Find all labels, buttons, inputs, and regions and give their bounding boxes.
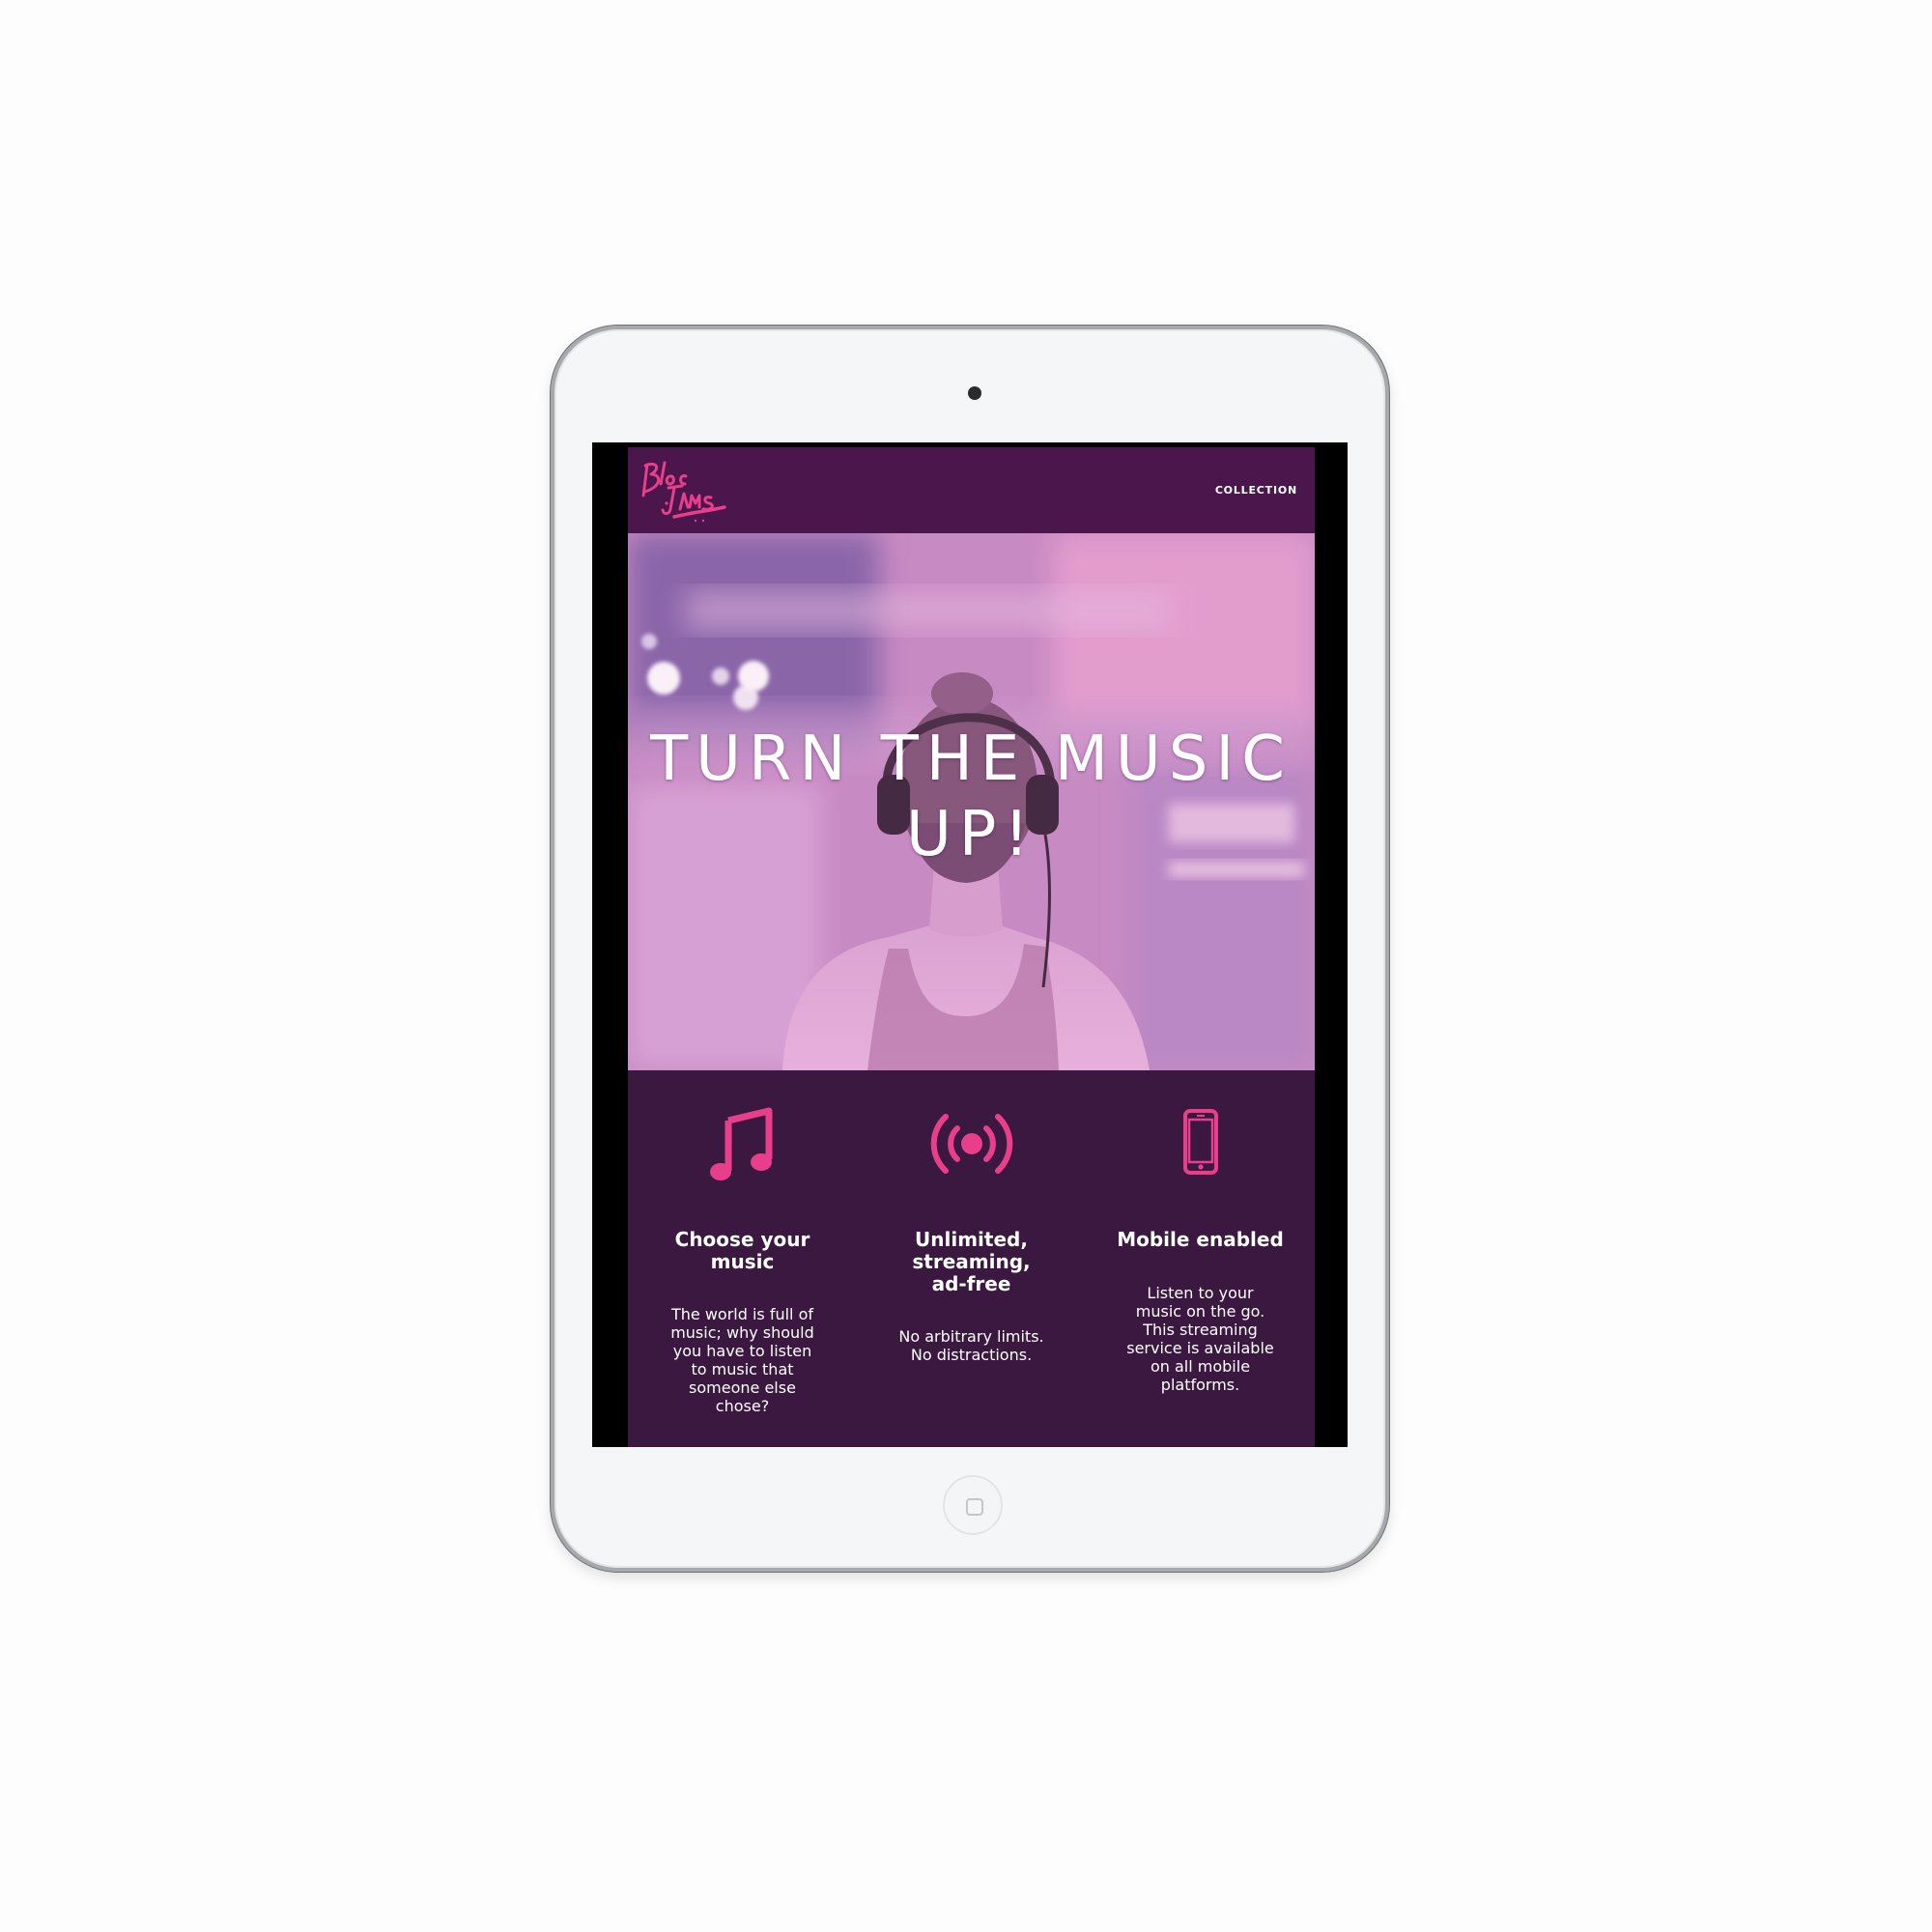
home-square-icon	[966, 1498, 983, 1516]
radio-broadcast-icon	[857, 1107, 1086, 1194]
mobile-phone-icon	[1086, 1107, 1315, 1194]
selling-point-choose-music: Choose your music The world is full of m…	[628, 1070, 857, 1447]
brand-logo[interactable]	[636, 455, 732, 526]
point-description: Listen to your music on the go. This str…	[1126, 1284, 1274, 1394]
bloc-jams-logo-icon	[641, 461, 726, 523]
point-title: Choose your music	[674, 1228, 810, 1273]
music-note-icon	[628, 1107, 857, 1194]
navbar: COLLECTION	[628, 447, 1315, 533]
tablet-screen: COLLECTION TURN THE MUSIC UP! Choose you…	[592, 442, 1348, 1447]
website: COLLECTION TURN THE MUSIC UP! Choose you…	[628, 447, 1315, 1447]
hero-title: TURN THE MUSIC UP!	[650, 724, 1293, 870]
selling-point-mobile-enabled: Mobile enabled Listen to your music on t…	[1086, 1070, 1315, 1447]
tablet-device-frame: COLLECTION TURN THE MUSIC UP! Choose you…	[551, 326, 1389, 1572]
point-title: Mobile enabled	[1117, 1228, 1284, 1251]
point-description: No arbitrary limits. No distractions.	[898, 1327, 1044, 1364]
point-description: The world is full of music; why should y…	[670, 1305, 814, 1415]
selling-point-unlimited-streaming: Unlimited, streaming, ad-free No arbitra…	[857, 1070, 1086, 1447]
selling-points-section: Choose your music The world is full of m…	[628, 1070, 1315, 1447]
camera-icon	[968, 386, 981, 400]
point-title: Unlimited, streaming, ad-free	[912, 1228, 1031, 1295]
home-button[interactable]	[943, 1475, 1003, 1535]
nav-link-collection[interactable]: COLLECTION	[1215, 484, 1297, 497]
hero-section: TURN THE MUSIC UP!	[628, 533, 1315, 1070]
